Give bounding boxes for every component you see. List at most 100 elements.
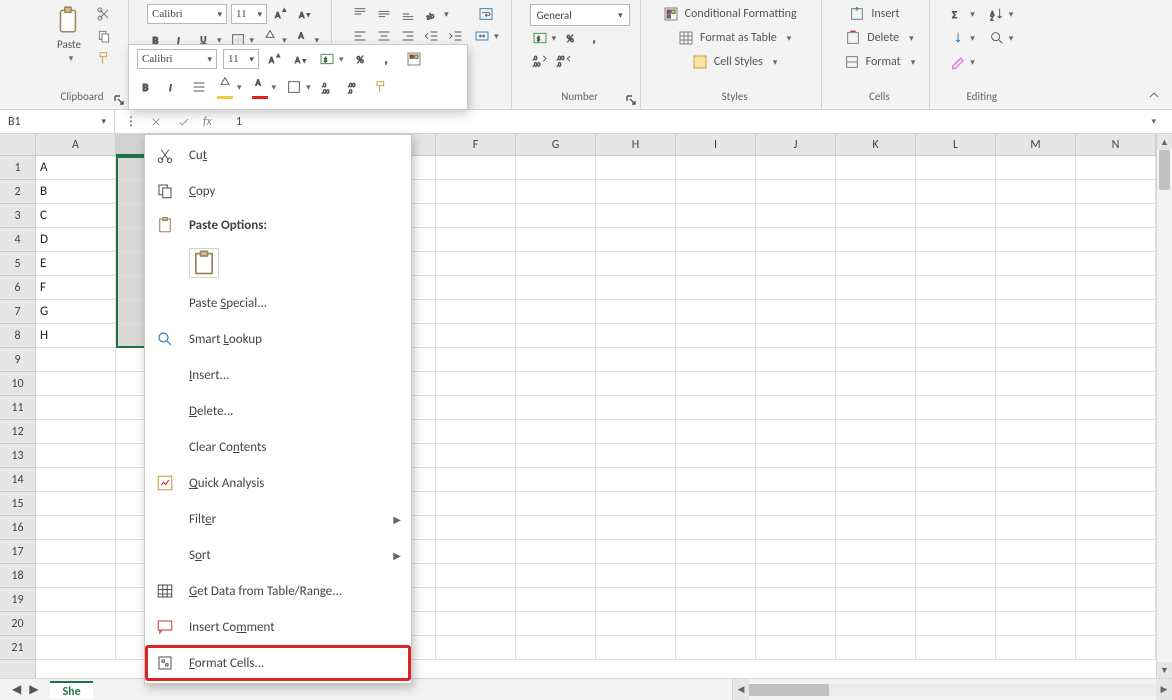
cell[interactable] — [676, 276, 756, 300]
row-header[interactable]: 16 — [0, 516, 35, 540]
mini-inc-dec[interactable]: .0.00 — [319, 77, 339, 97]
cell[interactable] — [436, 372, 516, 396]
sheet-tab[interactable]: She — [50, 681, 92, 699]
mini-borders[interactable]: ▾ — [284, 77, 313, 97]
cell[interactable] — [836, 492, 916, 516]
delete-cells-button[interactable]: Delete▾ — [840, 28, 920, 48]
confirm-edit-button[interactable] — [175, 113, 193, 131]
cell[interactable] — [436, 252, 516, 276]
cell[interactable] — [676, 612, 756, 636]
column-header[interactable]: F — [436, 134, 516, 156]
paste-button[interactable]: Paste ▾ — [50, 4, 88, 66]
cell[interactable] — [516, 420, 596, 444]
number-format-select[interactable]: General▾ — [530, 4, 630, 26]
cell[interactable] — [756, 324, 836, 348]
cm-insert[interactable]: Insert... — [145, 357, 411, 393]
cell[interactable] — [436, 420, 516, 444]
mini-font-color[interactable]: A▾ — [250, 73, 279, 101]
cell[interactable] — [836, 468, 916, 492]
cell[interactable] — [436, 348, 516, 372]
shrink-font[interactable]: A▼ — [295, 4, 315, 24]
scroll-thumb[interactable] — [749, 684, 829, 696]
cell[interactable] — [916, 588, 996, 612]
cell[interactable] — [916, 468, 996, 492]
cell[interactable] — [436, 588, 516, 612]
cell[interactable] — [436, 204, 516, 228]
scroll-right-arrow[interactable]: ▶ — [1156, 679, 1172, 700]
row-header[interactable]: 7 — [0, 300, 35, 324]
cell[interactable] — [596, 492, 676, 516]
cell[interactable] — [836, 420, 916, 444]
cell[interactable] — [676, 564, 756, 588]
cell[interactable] — [676, 540, 756, 564]
formula-value[interactable]: 1 — [236, 115, 242, 129]
cell[interactable] — [916, 348, 996, 372]
column-header[interactable]: K — [836, 134, 916, 156]
cell[interactable] — [1076, 636, 1156, 660]
cell[interactable] — [996, 588, 1076, 612]
cell[interactable] — [836, 252, 916, 276]
cell[interactable] — [596, 276, 676, 300]
mini-fill-color[interactable]: ▾ — [215, 73, 244, 101]
cell[interactable] — [836, 372, 916, 396]
cell[interactable] — [916, 492, 996, 516]
more-icon[interactable]: ⋮ — [125, 114, 137, 129]
cell[interactable] — [596, 348, 676, 372]
cell[interactable] — [516, 492, 596, 516]
fx-label[interactable]: fx — [203, 115, 212, 129]
cell[interactable] — [596, 324, 676, 348]
align-left[interactable] — [350, 26, 370, 46]
scroll-thumb[interactable] — [1159, 150, 1170, 190]
cell[interactable] — [596, 420, 676, 444]
clipboard-dialog-launcher[interactable] — [112, 93, 126, 107]
cell[interactable] — [436, 324, 516, 348]
cell[interactable] — [596, 204, 676, 228]
cell[interactable] — [756, 156, 836, 180]
cell[interactable] — [516, 300, 596, 324]
mini-accounting[interactable]: $▾ — [317, 49, 346, 69]
cell[interactable] — [36, 564, 116, 588]
cell[interactable] — [916, 300, 996, 324]
cell[interactable] — [916, 228, 996, 252]
row-header[interactable]: 1 — [0, 156, 35, 180]
cell[interactable] — [516, 516, 596, 540]
row-header[interactable]: 17 — [0, 540, 35, 564]
cell[interactable] — [916, 252, 996, 276]
cell[interactable] — [676, 348, 756, 372]
cell[interactable] — [756, 420, 836, 444]
cell[interactable] — [516, 396, 596, 420]
cell[interactable] — [596, 372, 676, 396]
cell[interactable] — [436, 444, 516, 468]
cell[interactable] — [756, 636, 836, 660]
cell[interactable] — [1076, 252, 1156, 276]
cell[interactable] — [1076, 444, 1156, 468]
font-family-selector-top[interactable]: Calibri▾ — [147, 4, 227, 24]
cell[interactable] — [516, 372, 596, 396]
cell[interactable] — [1076, 300, 1156, 324]
cm-smart-lookup[interactable]: Smart Lookup — [145, 321, 411, 357]
cell[interactable] — [516, 348, 596, 372]
cm-delete[interactable]: Delete... — [145, 393, 411, 429]
number-dialog-launcher[interactable] — [624, 93, 638, 107]
cell[interactable] — [436, 516, 516, 540]
cell[interactable] — [36, 492, 116, 516]
row-header[interactable]: 9 — [0, 348, 35, 372]
cell[interactable] — [596, 444, 676, 468]
cell[interactable] — [1076, 492, 1156, 516]
sort-filter-button[interactable]: AZ▾ — [987, 4, 1016, 24]
cell[interactable] — [436, 636, 516, 660]
cell[interactable] — [756, 612, 836, 636]
cell[interactable] — [596, 564, 676, 588]
cell[interactable] — [836, 300, 916, 324]
mini-conditional-icon[interactable] — [404, 49, 424, 69]
align-center[interactable] — [374, 26, 394, 46]
comma-format[interactable]: , — [586, 28, 606, 48]
cell[interactable] — [836, 396, 916, 420]
column-header[interactable]: A — [36, 134, 116, 156]
cell[interactable] — [916, 324, 996, 348]
cm-paste-default[interactable] — [145, 241, 411, 285]
cell[interactable] — [996, 420, 1076, 444]
cell[interactable] — [1076, 396, 1156, 420]
cm-insert-comment[interactable]: Insert Comment — [145, 609, 411, 645]
mini-format-painter[interactable] — [371, 77, 391, 97]
